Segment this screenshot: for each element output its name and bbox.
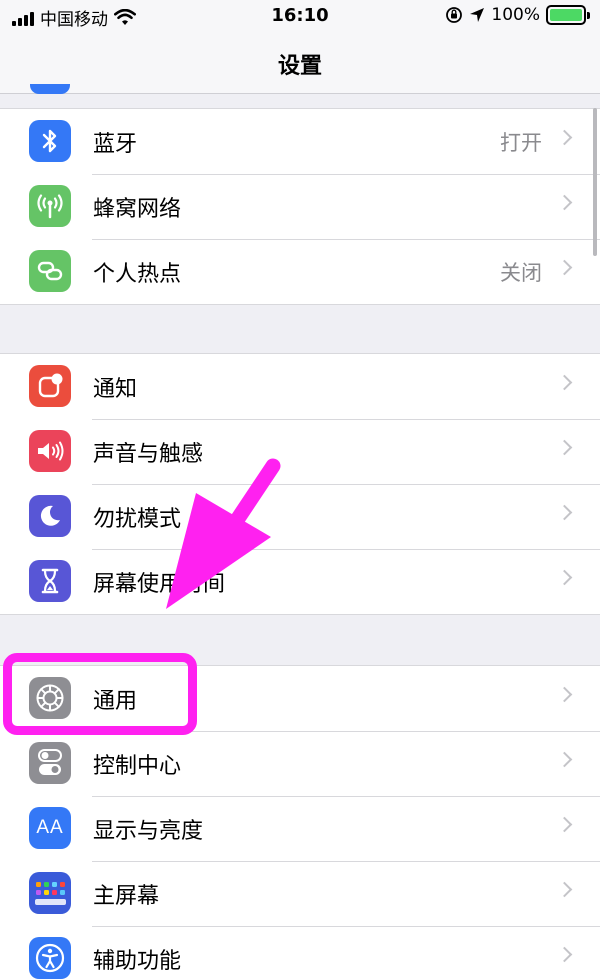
battery-percent: 100% (491, 5, 540, 25)
scrollbar[interactable] (593, 108, 597, 256)
row-value: 打开 (500, 130, 542, 155)
status-right: 100% (445, 5, 590, 25)
orientation-lock-icon (446, 7, 463, 23)
chevron-right-icon (556, 374, 573, 391)
toggle-switches-icon (29, 742, 71, 784)
clipped-row-icon (30, 84, 70, 94)
settings-group-connectivity: 蓝牙 打开 蜂窝网络 个人热点 关闭 (0, 108, 600, 305)
chevron-right-icon (556, 946, 573, 963)
settings-group-attention: 通知 声音与触感 勿扰模式 屏幕使用时间 (0, 353, 600, 615)
status-bar: 中国移动 16:10 100% (0, 0, 600, 34)
row-label: 显示与亮度 (93, 818, 204, 844)
row-screen-time[interactable]: 屏幕使用时间 (0, 549, 600, 614)
chevron-right-icon (556, 569, 573, 586)
row-display-brightness[interactable]: AA 显示与亮度 (0, 796, 600, 861)
chevron-right-icon (556, 686, 573, 703)
app-grid-icon (29, 872, 71, 914)
row-control-center[interactable]: 控制中心 (0, 731, 600, 796)
page-title: 设置 (277, 54, 322, 79)
cellular-antenna-icon (29, 185, 71, 227)
notification-icon (29, 365, 71, 407)
row-accessibility[interactable]: 辅助功能 (0, 926, 600, 980)
row-label: 主屏幕 (93, 883, 160, 909)
row-label: 蜂窝网络 (93, 196, 182, 222)
row-cellular[interactable]: 蜂窝网络 (0, 174, 600, 239)
chevron-right-icon (556, 881, 573, 898)
accessibility-icon (29, 937, 71, 979)
row-label: 勿扰模式 (93, 506, 182, 532)
chevron-right-icon (556, 259, 573, 276)
row-label: 屏幕使用时间 (93, 571, 226, 597)
row-value: 关闭 (500, 260, 542, 285)
moon-icon (29, 495, 71, 537)
row-hotspot[interactable]: 个人热点 关闭 (0, 239, 600, 304)
chevron-right-icon (556, 504, 573, 521)
text-size-icon: AA (29, 807, 71, 849)
row-label: 声音与触感 (93, 441, 204, 467)
row-label: 个人热点 (93, 261, 182, 287)
text-size-glyph: AA (36, 817, 64, 838)
row-do-not-disturb[interactable]: 勿扰模式 (0, 484, 600, 549)
chevron-right-icon (556, 439, 573, 456)
highlight-box (3, 653, 197, 735)
row-label: 蓝牙 (93, 131, 138, 157)
chevron-right-icon (556, 194, 573, 211)
hourglass-icon (29, 560, 71, 602)
location-arrow-icon (470, 8, 485, 22)
row-label: 辅助功能 (93, 948, 182, 974)
row-home-screen[interactable]: 主屏幕 (0, 861, 600, 926)
row-label: 控制中心 (93, 753, 182, 779)
row-bluetooth[interactable]: 蓝牙 打开 (0, 109, 600, 174)
chevron-right-icon (556, 751, 573, 768)
speaker-icon (29, 430, 71, 472)
chevron-right-icon (556, 816, 573, 833)
row-notifications[interactable]: 通知 (0, 354, 600, 419)
row-label: 通知 (93, 376, 138, 402)
chevron-right-icon (556, 129, 573, 146)
navigation-bar: 设置 (0, 34, 600, 94)
bluetooth-icon (29, 120, 71, 162)
row-sounds[interactable]: 声音与触感 (0, 419, 600, 484)
hotspot-link-icon (29, 250, 71, 292)
battery-icon (546, 5, 590, 25)
